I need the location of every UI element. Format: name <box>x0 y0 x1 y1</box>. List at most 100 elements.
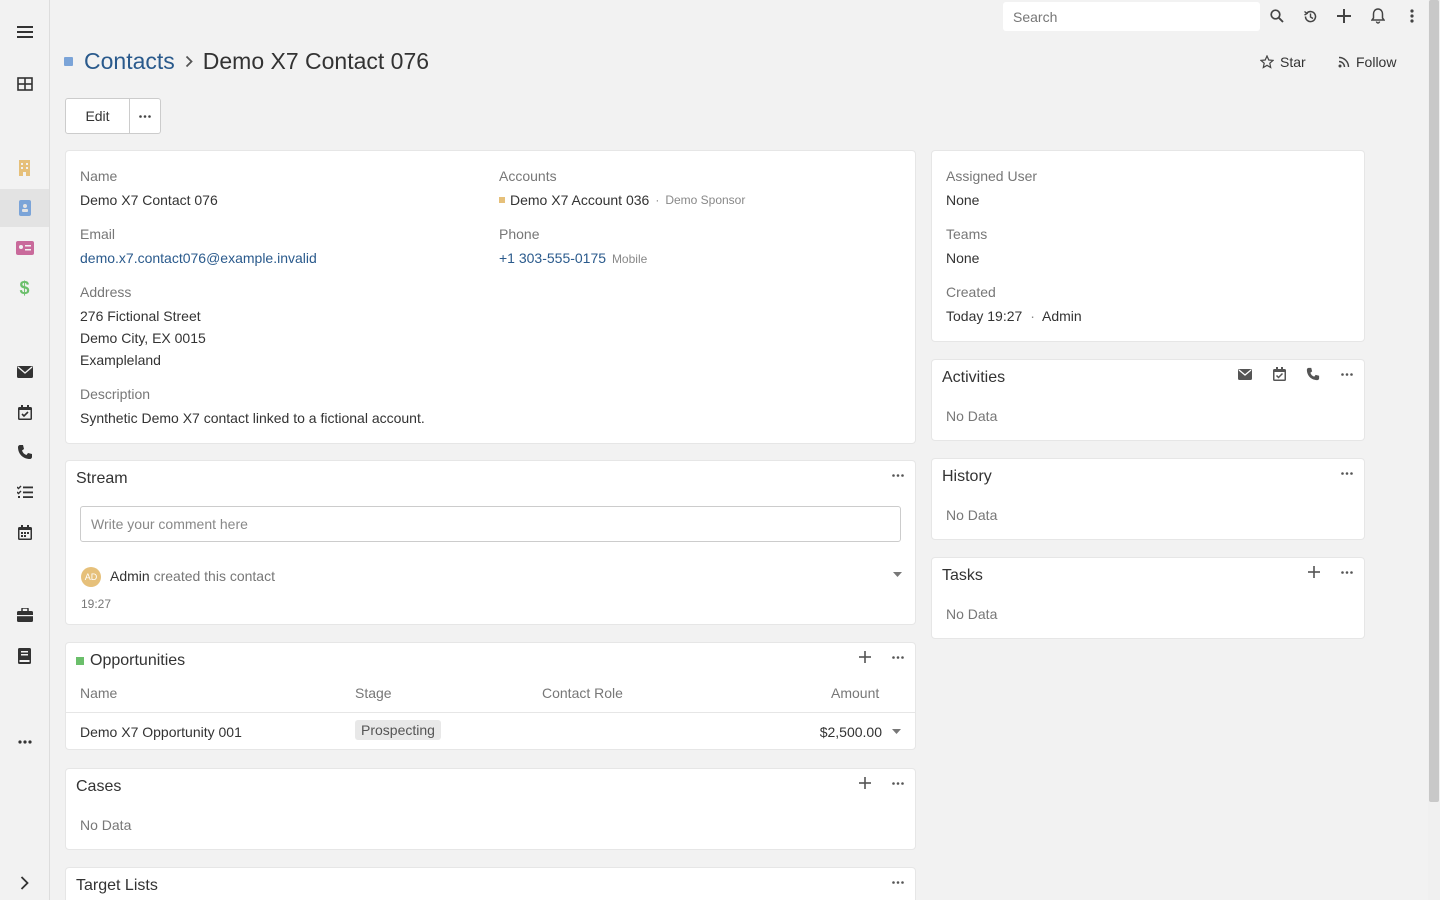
history-empty: No Data <box>946 507 998 523</box>
opportunities-panel: Opportunities Name Stage Contact Role Am… <box>65 642 916 750</box>
plus-icon <box>859 777 871 789</box>
opportunity-amount: $2,500.00 <box>819 724 882 740</box>
rss-icon <box>1338 56 1350 68</box>
briefcase-icon <box>16 608 33 622</box>
create-opportunity-button[interactable] <box>857 649 873 665</box>
cases-panel: Cases No Data <box>65 768 916 850</box>
record-actions: Edit <box>65 98 161 134</box>
target-lists-menu-button[interactable] <box>890 874 906 890</box>
ellipsis-icon <box>892 473 904 477</box>
sidebar-item-knowledge-base[interactable] <box>0 637 49 675</box>
opportunities-title: Opportunities <box>90 652 186 669</box>
sidebar-item-contacts[interactable] <box>0 189 49 227</box>
avatar: AD <box>81 567 101 587</box>
ellipsis-icon <box>1341 471 1353 475</box>
account-role: Demo Sponsor <box>665 193 746 207</box>
sidebar-item-dashboard[interactable] <box>0 65 49 103</box>
sidebar-item-calls[interactable] <box>0 433 49 471</box>
create-case-button[interactable] <box>857 775 873 791</box>
created-by-link[interactable]: Admin <box>1042 308 1082 324</box>
sidebar-item-leads[interactable] <box>0 229 49 267</box>
account-color-dot <box>499 197 505 203</box>
breadcrumb-contacts-link[interactable]: Contacts <box>84 48 175 75</box>
cases-empty: No Data <box>80 817 132 833</box>
page-title: Demo X7 Contact 076 <box>202 48 430 74</box>
notifications-button[interactable] <box>1370 8 1386 24</box>
ellipsis-icon <box>17 740 32 744</box>
star-button[interactable]: Star <box>1260 54 1306 70</box>
breadcrumb: Contacts Demo X7 Contact 076 <box>64 48 429 75</box>
more-actions-button[interactable] <box>130 98 161 134</box>
created-value: Today 19:27 · Admin <box>946 308 1082 324</box>
stage-badge: Prospecting <box>355 720 441 740</box>
accounts-value: Demo X7 Account 036 · Demo Sponsor <box>499 192 745 208</box>
sidebar-item-projects[interactable] <box>0 596 49 634</box>
sidebar-item-tasks[interactable] <box>0 473 49 511</box>
scrollbar-thumb[interactable] <box>1429 0 1439 802</box>
envelope-icon <box>16 366 33 378</box>
calendar-check-icon <box>17 404 32 420</box>
edit-button[interactable]: Edit <box>65 98 130 134</box>
star-icon <box>1260 55 1274 69</box>
cases-menu-button[interactable] <box>890 775 906 791</box>
created-time: Today 19:27 <box>946 308 1023 324</box>
search-button[interactable] <box>1269 8 1285 24</box>
comment-input[interactable] <box>80 506 901 542</box>
quick-create-button[interactable] <box>1336 8 1352 24</box>
global-search-input[interactable] <box>1003 2 1260 31</box>
phone-icon <box>17 445 32 459</box>
sidebar-collapse-button[interactable] <box>0 864 49 900</box>
target-lists-panel: Target Lists <box>65 867 916 900</box>
sidebar-item-calendar[interactable] <box>0 513 49 551</box>
opportunity-color-dot <box>76 657 84 665</box>
tasks-menu-button[interactable] <box>1339 564 1355 580</box>
row-actions-dropdown[interactable] <box>888 723 904 739</box>
recently-viewed-button[interactable] <box>1302 8 1318 24</box>
opportunity-name-link[interactable]: Demo X7 Opportunity 001 <box>80 724 242 740</box>
scrollbar[interactable] <box>1428 0 1440 900</box>
email-label: Email <box>80 226 116 242</box>
stream-author-link[interactable]: Admin <box>110 568 150 584</box>
menu-toggle-button[interactable] <box>0 13 49 51</box>
sidebar-item-accounts[interactable] <box>0 149 49 187</box>
account-link[interactable]: Demo X7 Account 036 <box>510 192 649 208</box>
sidebar-item-opportunities[interactable]: $ <box>0 269 49 307</box>
top-bar <box>50 0 1428 32</box>
vertical-ellipsis-icon <box>1410 9 1414 23</box>
name-value: Demo X7 Contact 076 <box>80 192 218 208</box>
stream-entry-dropdown[interactable] <box>889 566 905 582</box>
history-menu-button[interactable] <box>1339 465 1355 481</box>
schedule-meeting-button[interactable] <box>1271 366 1287 382</box>
search-icon <box>1270 9 1284 23</box>
create-task-button[interactable] <box>1306 564 1322 580</box>
dollar-icon: $ <box>19 277 30 298</box>
sidebar-item-meetings[interactable] <box>0 393 49 431</box>
follow-button[interactable]: Follow <box>1338 54 1396 70</box>
phone-link[interactable]: +1 303-555-0175 <box>499 250 606 266</box>
activities-title: Activities <box>942 369 1006 386</box>
name-label: Name <box>80 168 118 184</box>
tasks-title: Tasks <box>942 567 983 584</box>
task-list-icon <box>16 485 33 498</box>
separator-dot: · <box>655 193 660 207</box>
user-menu-button[interactable] <box>1404 8 1420 24</box>
caret-down-icon <box>891 728 901 734</box>
opportunities-menu-button[interactable] <box>890 649 906 665</box>
activities-menu-button[interactable] <box>1339 366 1355 382</box>
sidebar-more-button[interactable] <box>0 723 49 761</box>
calendar-icon <box>17 524 32 540</box>
id-card-icon <box>15 241 34 255</box>
email-link[interactable]: demo.x7.contact076@example.invalid <box>80 250 317 266</box>
compose-email-button[interactable] <box>1237 366 1253 382</box>
address-line-1: 276 Fictional Street <box>80 308 201 324</box>
building-icon <box>19 160 30 176</box>
stream-menu-button[interactable] <box>890 467 906 483</box>
history-icon <box>1303 10 1316 22</box>
column-header-name: Name <box>80 685 118 701</box>
log-call-button[interactable] <box>1305 366 1321 382</box>
history-title: History <box>942 468 992 485</box>
stream-action-text: created this contact <box>153 568 275 584</box>
sidebar-item-emails[interactable] <box>0 353 49 391</box>
stream-title: Stream <box>76 470 128 487</box>
follow-label: Follow <box>1356 54 1397 70</box>
